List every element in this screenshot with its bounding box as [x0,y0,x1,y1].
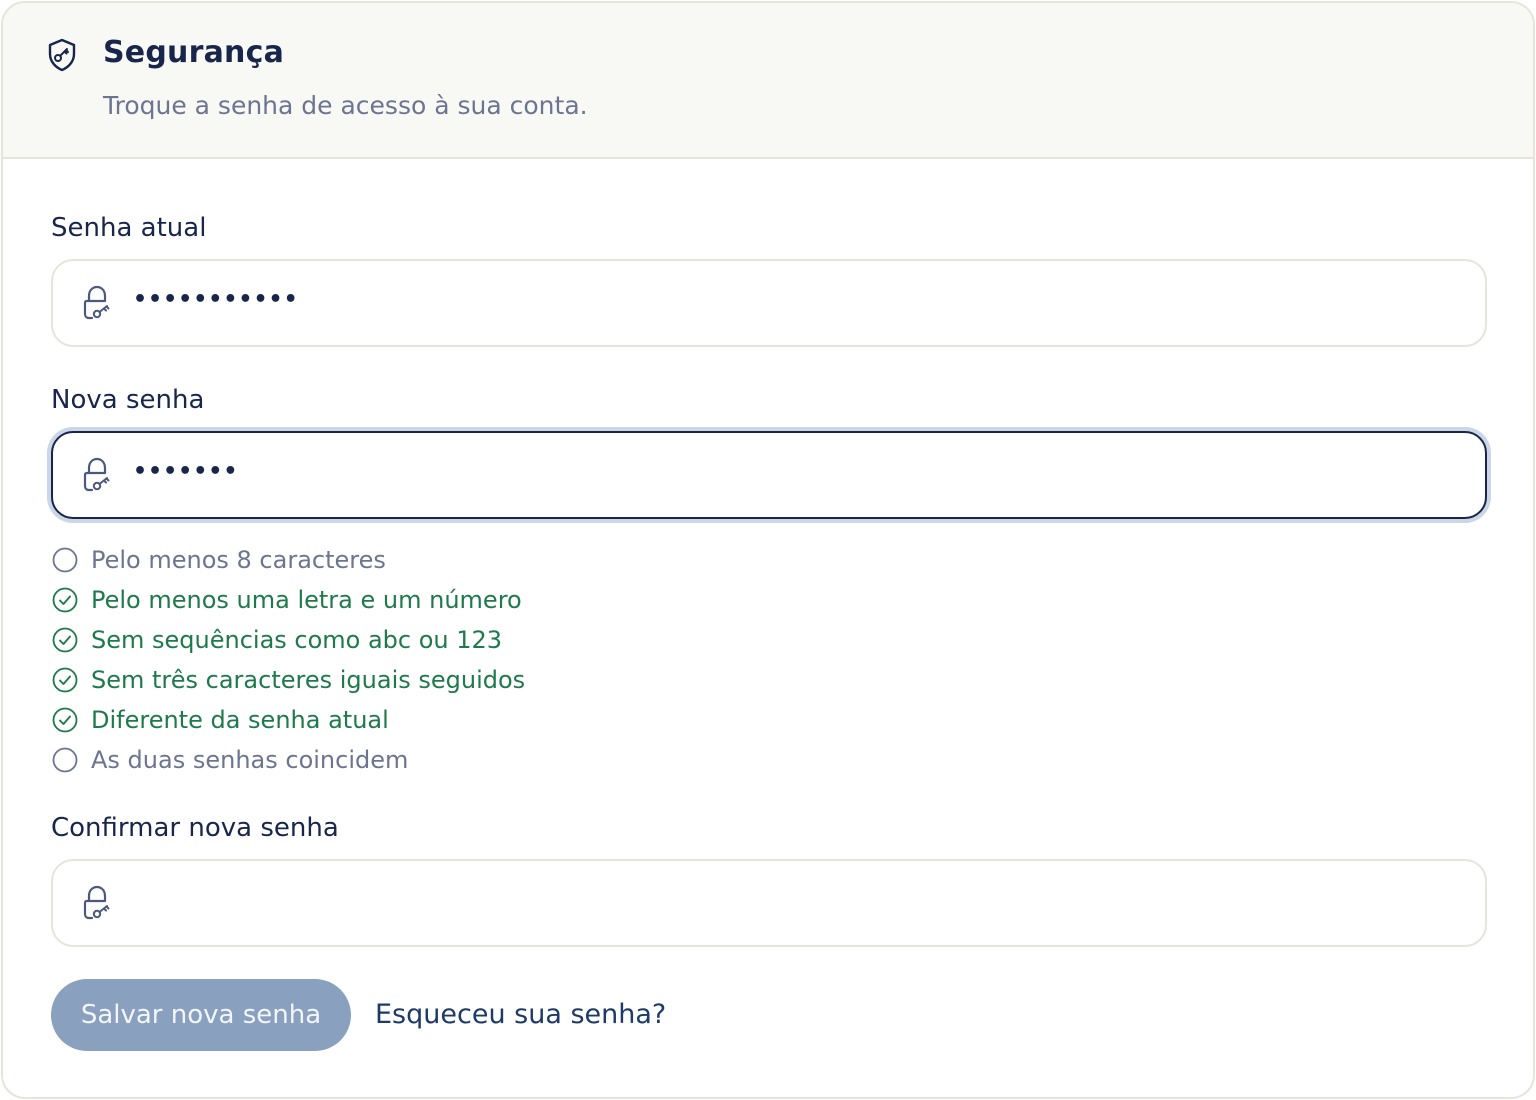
new-password-field[interactable]: ••••••• [51,431,1487,519]
current-password-label: Senha atual [51,213,207,243]
security-card: Segurança Troque a senha de acesso à sua… [1,1,1535,1099]
shield-key-icon [48,38,76,72]
rule-item: Sem sequências como abc ou 123 [51,623,751,659]
check-circle-icon [52,707,78,733]
rule-item: Pelo menos uma letra e um número [51,583,751,619]
rule-text: Diferente da senha atual [91,706,389,734]
lock-key-icon [83,285,110,320]
confirm-password-label: Confirmar nova senha [51,813,339,843]
rule-item: Sem três caracteres iguais seguidos [51,663,751,699]
new-password-input[interactable]: ••••••• [133,459,238,484]
check-circle-icon [52,667,78,693]
page-subtitle: Troque a senha de acesso à sua conta. [103,91,588,120]
card-header: Segurança Troque a senha de acesso à sua… [3,3,1533,159]
new-password-label: Nova senha [51,385,205,415]
rule-item: Diferente da senha atual [51,703,751,739]
rule-item: Pelo menos 8 caracteres [51,543,751,579]
page-title: Segurança [103,35,285,70]
rule-text: Pelo menos uma letra e um número [91,586,522,614]
save-password-button[interactable]: Salvar nova senha [51,979,351,1051]
check-circle-icon [52,627,78,653]
rule-text: Sem sequências como abc ou 123 [91,626,503,654]
current-password-field[interactable]: ••••••••••• [51,259,1487,347]
rule-item: As duas senhas coincidem [51,743,751,779]
rule-text: Pelo menos 8 caracteres [91,546,386,574]
lock-key-icon [83,457,110,492]
lock-key-icon [83,885,110,920]
current-password-input[interactable]: ••••••••••• [133,287,299,312]
check-circle-icon [52,587,78,613]
confirm-password-field[interactable] [51,859,1487,947]
empty-circle-icon [52,547,78,573]
rule-text: Sem três caracteres iguais seguidos [91,666,526,694]
forgot-password-link[interactable]: Esqueceu sua senha? [375,999,666,1030]
rule-text: As duas senhas coincidem [91,746,409,774]
empty-circle-icon [52,747,78,773]
